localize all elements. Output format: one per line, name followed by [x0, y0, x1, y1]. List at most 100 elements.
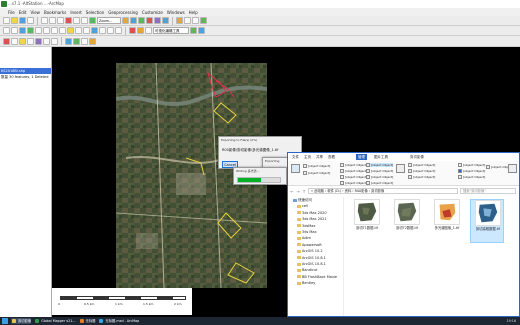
catalog-icon[interactable]	[138, 17, 145, 24]
tab-file[interactable]: 文件	[290, 154, 301, 160]
options-icon[interactable]	[508, 164, 517, 173]
new-icon[interactable]	[3, 17, 10, 24]
tab-home[interactable]: 主页	[302, 154, 313, 160]
taskbar-item[interactable]: 剪切影像	[11, 318, 32, 324]
editor-toolbar-icon[interactable]	[176, 17, 183, 24]
menu-selection[interactable]: Selection	[86, 10, 104, 15]
view-tiles[interactable]: [object Object]	[340, 181, 367, 185]
back-icon[interactable]: ←	[290, 189, 294, 194]
italic-icon[interactable]	[51, 37, 58, 45]
arctoolbox-icon[interactable]	[154, 17, 161, 24]
table-of-contents-icon[interactable]	[130, 17, 137, 24]
nav-item[interactable]: Bentley	[288, 280, 343, 286]
menu-windows[interactable]: Windows	[167, 10, 185, 15]
identify-icon[interactable]	[91, 27, 98, 34]
tab-share[interactable]: 共享	[314, 154, 325, 160]
refresh-icon[interactable]	[81, 37, 88, 45]
measure-icon[interactable]	[107, 27, 114, 34]
pan-icon[interactable]	[19, 27, 26, 34]
menu-help[interactable]: Help	[189, 10, 198, 15]
undo-icon[interactable]	[73, 17, 80, 24]
cut-icon[interactable]	[41, 17, 48, 24]
text-icon[interactable]	[137, 27, 144, 34]
view-xl-icons[interactable]: [object Object]	[340, 163, 367, 167]
attributes-icon[interactable]	[200, 17, 207, 24]
georeference-icon[interactable]	[190, 27, 197, 34]
file-item[interactable]: 剪切T1数据.tif	[350, 199, 384, 243]
menu-bookmarks[interactable]: Bookmarks	[44, 10, 66, 15]
draw-icon[interactable]	[129, 27, 136, 34]
group-by-option[interactable]: [object Object]	[408, 163, 435, 167]
redo-icon[interactable]	[81, 17, 88, 24]
file-item[interactable]: 多光谱图像_1.tif	[430, 199, 464, 243]
open-icon[interactable]	[11, 17, 18, 24]
paste-icon[interactable]	[57, 17, 64, 24]
view-large-icons[interactable]: [object Object]	[366, 163, 394, 167]
menu-edit[interactable]: Edit	[19, 10, 27, 15]
straight-segment-icon[interactable]	[192, 17, 199, 24]
start-button[interactable]	[2, 318, 8, 324]
view-list[interactable]: [object Object]	[340, 175, 367, 179]
line-color-icon[interactable]	[27, 37, 34, 45]
select-features-icon[interactable]	[67, 27, 74, 34]
visual-edit-combo[interactable]: 可视化编辑工具	[153, 27, 189, 34]
fixed-zoom-in-icon[interactable]	[35, 27, 42, 34]
file-item-selected[interactable]: 剪切高程数据.tif	[470, 199, 504, 243]
find-icon[interactable]	[99, 27, 106, 34]
size-columns-option[interactable]: [object Object]	[408, 175, 435, 179]
next-extent-icon[interactable]	[59, 27, 66, 34]
taskbar-item[interactable]: 无标题.mxd - ArcMap	[98, 318, 139, 324]
sort-by-icon[interactable]	[396, 164, 405, 173]
clear-selection-icon[interactable]	[75, 27, 82, 34]
tab-view[interactable]: 查看	[326, 154, 337, 160]
select-elements-icon[interactable]	[83, 27, 90, 34]
tab-manage[interactable]: 管理	[356, 154, 367, 160]
hidden-items-option[interactable]: [object Object]	[458, 175, 485, 179]
sketch-tool-icon[interactable]	[184, 17, 191, 24]
font-icon[interactable]	[145, 27, 152, 34]
scale-combo[interactable]: Zoom...	[97, 17, 121, 24]
fixed-zoom-out-icon[interactable]	[43, 27, 50, 34]
print-icon[interactable]	[27, 17, 34, 24]
effects-icon[interactable]	[198, 27, 205, 34]
view-content[interactable]: [object Object]	[366, 181, 393, 185]
details-pane-option[interactable]: [object Object]	[303, 171, 330, 175]
layout-view-icon[interactable]	[65, 37, 72, 45]
zoom-in-icon[interactable]	[3, 27, 10, 34]
menu-customize[interactable]: Customize	[142, 10, 163, 15]
bold-icon[interactable]	[43, 37, 50, 45]
menu-geoprocessing[interactable]: Geoprocessing	[108, 10, 138, 15]
marker-icon[interactable]	[35, 37, 42, 45]
zoom-out-icon[interactable]	[11, 27, 18, 34]
add-data-icon[interactable]	[89, 17, 96, 24]
up-icon[interactable]: ↑	[302, 189, 306, 194]
add-columns-option[interactable]: [object Object]	[408, 169, 435, 173]
menu-file[interactable]: File	[8, 10, 15, 15]
menu-insert[interactable]: Insert	[70, 10, 81, 15]
forward-icon[interactable]: →	[296, 189, 300, 194]
line-tool-icon[interactable]	[3, 37, 10, 45]
rectangle-tool-icon[interactable]	[11, 37, 18, 45]
view-small-icons[interactable]: [object Object]	[366, 169, 393, 173]
menu-view[interactable]: View	[30, 10, 40, 15]
hyperlink-icon[interactable]	[115, 27, 122, 34]
preview-pane-option[interactable]: [object Object]	[303, 164, 330, 168]
navigation-pane-icon[interactable]	[291, 164, 300, 173]
tab-picture-tools[interactable]: 图片工具	[372, 154, 390, 160]
save-icon[interactable]	[19, 17, 26, 24]
taskbar-item[interactable]: 无标题	[79, 318, 95, 324]
copy-icon[interactable]	[49, 17, 56, 24]
address-bar[interactable]: « 此电脑 › 软件 (D:) › 资料 › R00影像 › 剪切影像	[308, 188, 458, 194]
item-checkboxes-option[interactable]: [object Object]	[458, 163, 485, 167]
view-details[interactable]: [object Object]	[366, 175, 393, 179]
delete-icon[interactable]	[65, 17, 72, 24]
file-item[interactable]: 剪切T2数据.tif	[390, 199, 424, 243]
fill-color-icon[interactable]	[19, 37, 26, 45]
view-medium-icons[interactable]: [object Object]	[340, 169, 367, 173]
taskbar-item[interactable]: Global Mapper v21...	[34, 318, 76, 324]
previous-extent-icon[interactable]	[51, 27, 58, 34]
search-box[interactable]: 搜索"剪切影像"	[460, 188, 516, 194]
python-icon[interactable]	[162, 17, 169, 24]
editor-icon[interactable]	[122, 17, 129, 24]
data-view-icon[interactable]	[73, 37, 80, 45]
